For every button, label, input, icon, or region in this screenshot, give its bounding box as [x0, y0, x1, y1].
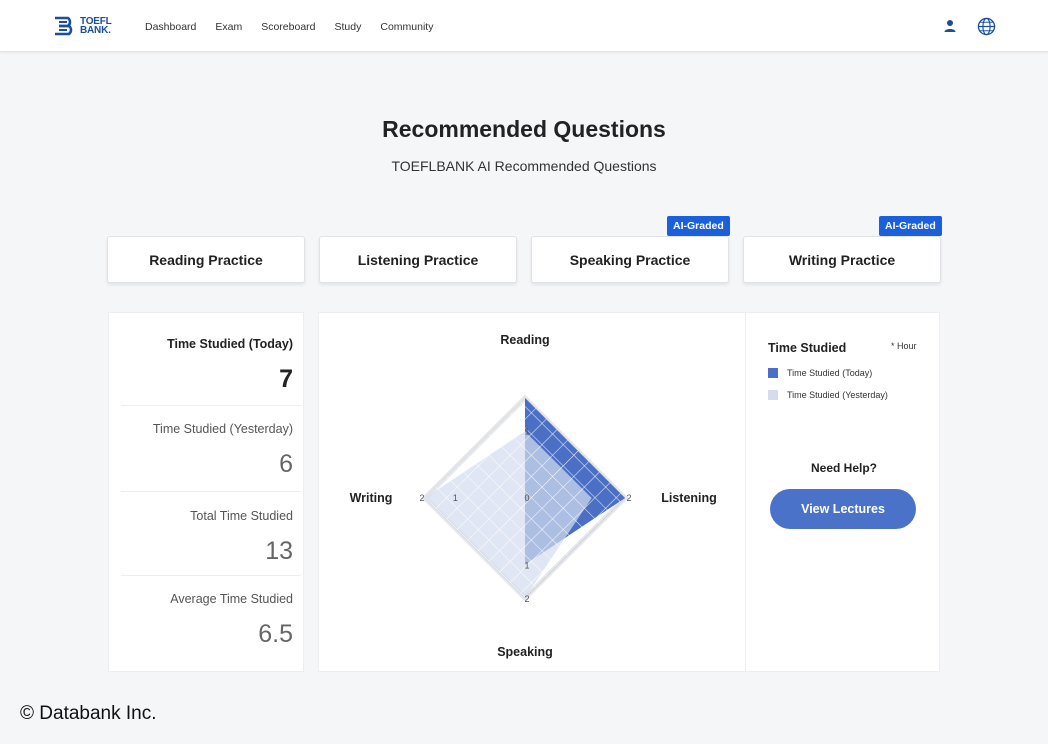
legend-swatch-yesterday [768, 390, 778, 400]
stat-today-value: 7 [279, 365, 293, 393]
tick-writing-1: 1 [453, 493, 458, 503]
radar-chart: 1 2 1 2 2 1 0 Reading Listening Speaking Writing [350, 333, 717, 659]
page-title: Recommended Questions [382, 116, 666, 142]
legend-label-today: Time Studied (Today) [787, 368, 873, 378]
nav-community[interactable]: Community [380, 21, 433, 33]
legend-label-yesterday: Time Studied (Yesterday) [787, 390, 888, 400]
speaking-practice-button[interactable]: Speaking Practice [531, 236, 729, 283]
nav-dashboard[interactable]: Dashboard [145, 21, 196, 33]
writing-ai-graded-badge: AI-Graded [879, 216, 942, 236]
study-chart-card: 1212210 Reading Listening Speaking Writing … [318, 312, 941, 673]
logo-line-2: BANK. [80, 25, 111, 36]
legend-item-today: Time Studied (Today) [768, 368, 872, 378]
stat-total-value: 13 [265, 537, 293, 565]
logo-mark-icon [55, 16, 73, 36]
nav-exam[interactable]: Exam [215, 21, 242, 33]
stat-divider [121, 575, 301, 576]
nav-links: Dashboard Exam Scoreboard Study Communit… [145, 21, 433, 33]
time-stats-card: Time Studied (Today) 7 Time Studied (Yes… [108, 312, 304, 672]
nav-study[interactable]: Study [335, 21, 362, 33]
reading-practice-button[interactable]: Reading Practice [107, 236, 305, 283]
stat-today: Time Studied (Today) 7 [121, 337, 293, 394]
need-help-text: Need Help? [810, 461, 877, 475]
page-subtitle: TOEFLBANK AI Recommended Questions [391, 158, 657, 174]
tick-speaking-2: 2 [524, 594, 529, 604]
toefl-bank-logo[interactable]: TOEFL BANK. [53, 14, 112, 38]
legend-unit: * Hour [891, 341, 917, 351]
tick-speaking-1: 1 [524, 561, 529, 571]
stat-divider [121, 405, 301, 406]
stat-yesterday: Time Studied (Yesterday) 6 [121, 422, 293, 479]
stat-total-label: Total Time Studied [190, 509, 293, 523]
listening-practice-button[interactable]: Listening Practice [319, 236, 517, 283]
stat-average-label: Average Time Studied [170, 592, 293, 606]
tick-reading-1: 1 [524, 426, 529, 436]
tick-listening-2: 2 [626, 493, 631, 503]
stat-today-label: Time Studied (Today) [167, 337, 293, 351]
view-lectures-button[interactable]: View Lectures [770, 489, 916, 529]
tick-center: 0 [524, 493, 529, 503]
legend-swatch-today [768, 368, 778, 378]
stat-yesterday-value: 6 [279, 450, 293, 478]
axis-label-writing: Writing [350, 491, 393, 505]
axis-label-reading: Reading [500, 333, 549, 347]
user-icon[interactable] [942, 18, 958, 34]
logo-text: TOEFL BANK. [80, 17, 112, 36]
stat-total: Total Time Studied 13 [121, 509, 293, 566]
stat-average-value: 6.5 [258, 620, 293, 648]
axis-label-listening: Listening [661, 491, 717, 505]
legend-panel: Time Studied * Hour Time Studied (Today)… [745, 313, 941, 673]
stat-yesterday-label: Time Studied (Yesterday) [152, 422, 293, 436]
axis-label-speaking: Speaking [497, 645, 553, 659]
legend-item-yesterday: Time Studied (Yesterday) [768, 390, 888, 400]
copyright-text: © Databank Inc. [20, 703, 157, 724]
legend-title: Time Studied [768, 341, 847, 355]
writing-practice-button[interactable]: Writing Practice [743, 236, 941, 283]
nav-scoreboard[interactable]: Scoreboard [261, 21, 315, 33]
stat-divider [121, 491, 301, 492]
tick-writing-2: 2 [419, 493, 424, 503]
stat-average: Average Time Studied 6.5 [121, 592, 293, 649]
globe-icon[interactable] [977, 17, 996, 36]
top-navbar: TOEFL BANK. Dashboard Exam Scoreboard St… [0, 0, 1048, 52]
speaking-ai-graded-badge: AI-Graded [667, 216, 730, 236]
